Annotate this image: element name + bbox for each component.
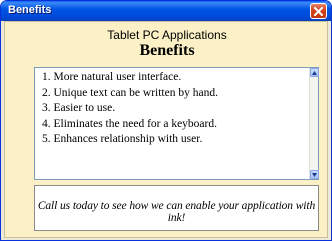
list-item: 4. Eliminates the need for a keyboard. — [42, 117, 217, 130]
page-title: Benefits — [139, 42, 195, 59]
page-subtitle: Tablet PC Applications — [107, 28, 227, 42]
scroll-down-button[interactable] — [310, 170, 319, 179]
call-to-action-box: Call us today to see how we can enable y… — [34, 185, 319, 231]
content-panel: Tablet PC Applications Benefits 1. More … — [4, 21, 328, 238]
list-item: 3. Easier to use. — [42, 102, 116, 114]
title-bar[interactable]: Benefits — [1, 1, 331, 21]
scroll-down-arrow-icon — [312, 173, 317, 177]
call-to-action-text: Call us today to see how we can enable y… — [37, 200, 316, 224]
list-item: 2. Unique text can be written by hand. — [42, 86, 218, 99]
close-icon — [314, 7, 323, 16]
app-window: Benefits Tablet PC Applications Benefits… — [0, 0, 332, 241]
scroll-up-button[interactable] — [310, 68, 319, 77]
list-item: 1. More natural user interface. — [42, 71, 182, 83]
list-item: 5. Enhances relationship with user. — [42, 133, 203, 145]
vertical-scrollbar[interactable] — [309, 68, 319, 179]
scroll-up-arrow-icon — [312, 71, 317, 75]
benefits-textbox[interactable]: 1. More natural user interface. 2. Uniqu… — [34, 67, 319, 180]
benefits-list: 1. More natural user interface. 2. Uniqu… — [42, 70, 307, 148]
window-title: Benefits — [8, 4, 52, 16]
close-button[interactable] — [310, 3, 327, 19]
